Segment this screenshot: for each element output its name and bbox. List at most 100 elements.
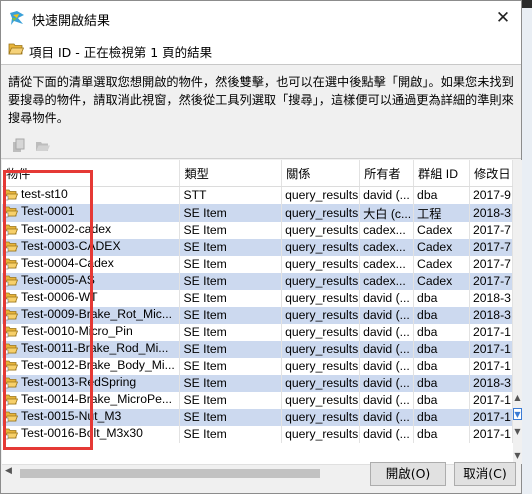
toolbar	[11, 138, 55, 154]
cell-date: 2017-7	[469, 238, 513, 256]
cell-rel: query_results	[281, 340, 361, 358]
cell-rel: query_results	[281, 374, 361, 392]
item-folder-icon	[4, 358, 19, 375]
cell-group: 工程	[413, 203, 470, 222]
cell-type: SE Item	[179, 323, 283, 341]
object-name: Test-0015-Nut_M3	[21, 408, 122, 423]
cell-group: dba	[413, 357, 470, 375]
object-name-cell: test-st10	[2, 186, 181, 204]
table-row[interactable]: test-st10 STT query_results david (... dba 20…	[2, 186, 513, 204]
cell-group: dba	[413, 323, 470, 341]
cell-owner: david (...	[359, 391, 415, 409]
cell-date: 2017-7	[469, 255, 513, 273]
column-header-1[interactable]: 類型	[179, 160, 283, 187]
open-button[interactable]: 開啟(O)	[370, 462, 446, 486]
cell-date: 2017-7	[469, 272, 513, 290]
object-name: Test-0013-RedSpring	[21, 374, 137, 389]
scroll-left-icon[interactable]: ◀	[5, 466, 12, 476]
close-icon[interactable]: ✕	[491, 7, 515, 29]
object-name: Test-0016-Bolt_M3x30	[21, 425, 143, 440]
table-row[interactable]: Test-0001 SE Item query_results 大白 (c... 工程 2…	[2, 203, 513, 222]
cell-owner: cadex...	[359, 255, 415, 273]
cell-group: dba	[413, 425, 470, 443]
item-folder-icon	[4, 409, 19, 426]
object-name: Test-0004-Cadex	[21, 255, 114, 270]
cell-rel: query_results	[281, 357, 361, 375]
cell-rel: query_results	[281, 255, 361, 273]
item-folder-icon	[4, 307, 19, 324]
open-folder-icon[interactable]	[35, 138, 51, 154]
table-row[interactable]: Test-0005-AS SE Item query_results cadex...…	[2, 272, 513, 290]
table-row[interactable]: Test-0015-Nut_M3 SE Item query_results davi…	[2, 408, 513, 426]
object-name: Test-0006-WT	[21, 289, 98, 304]
item-folder-icon	[4, 290, 19, 307]
table-row[interactable]: Test-0009-Brake_Rot_Mic... SE Item query_r…	[2, 306, 513, 324]
column-header-2[interactable]: 關係	[281, 160, 361, 187]
item-folder-icon	[4, 341, 19, 358]
cell-group: dba	[413, 408, 470, 426]
column-header-0[interactable]: 物件	[2, 160, 181, 187]
cancel-button[interactable]: 取消(C)	[454, 462, 516, 486]
scroll-thumb[interactable]	[20, 469, 320, 478]
cell-rel: query_results	[281, 186, 361, 204]
object-name-cell: Test-0011-Brake_Rod_Mi...	[2, 340, 181, 358]
cell-group: dba	[413, 340, 470, 358]
table-row[interactable]: Test-0011-Brake_Rod_Mi... SE Item query_re…	[2, 340, 513, 358]
cell-type: SE Item	[179, 340, 283, 358]
column-header-3[interactable]: 所有者	[359, 160, 415, 187]
scroll-up-icon[interactable]: ▲	[513, 392, 522, 404]
cell-type: SE Item	[179, 272, 283, 290]
cell-date: 2018-3	[469, 374, 513, 392]
table-row[interactable]: Test-0014-Brake_MicroPe... SE Item query_r…	[2, 391, 513, 409]
table-row[interactable]: Test-0012-Brake_Body_Mi... SE Item query_r…	[2, 357, 513, 375]
cell-type: SE Item	[179, 357, 283, 375]
results-grid[interactable]: 物件 類型 關係 所有者 群組 ID 修改日 test-st10 STT query_resu…	[2, 160, 513, 464]
cell-type: SE Item	[179, 221, 283, 239]
app-logo-icon	[8, 9, 26, 27]
item-folder-icon	[4, 239, 19, 256]
object-name-cell: Test-0009-Brake_Rot_Mic...	[2, 306, 181, 324]
cell-group: dba	[413, 391, 470, 409]
table-row[interactable]: Test-0003-CADEX SE Item query_results cadex…	[2, 238, 513, 256]
item-folder-icon	[4, 273, 19, 290]
results-header-text: 項目 ID - 正在檢視第 1 頁的結果	[29, 45, 213, 60]
copy-icon[interactable]	[11, 138, 27, 154]
vertical-scrollbar[interactable]: ▲ ▼ ▼ ▼	[513, 160, 522, 464]
cell-owner: david (...	[359, 323, 415, 341]
column-header-4[interactable]: 群組 ID	[413, 160, 470, 187]
window-title: 快速開啟結果	[32, 14, 111, 29]
scroll-page-down-icon[interactable]: ▼	[513, 426, 522, 438]
cell-owner: david (...	[359, 374, 415, 392]
cell-date: 2018-3	[469, 306, 513, 324]
table-row[interactable]: Test-0010-Micro_Pin SE Item query_results d…	[2, 323, 513, 341]
object-name-cell: Test-0003-CADEX	[2, 238, 181, 256]
item-folder-icon	[4, 375, 19, 392]
cell-owner: cadex...	[359, 221, 415, 239]
object-name: Test-0014-Brake_MicroPe...	[21, 391, 173, 406]
column-header-5[interactable]: 修改日	[469, 160, 513, 187]
cell-date: 2017-1	[469, 408, 513, 426]
cell-type: SE Item	[179, 391, 283, 409]
table-row[interactable]: Test-0013-RedSpring SE Item query_results d…	[2, 374, 513, 392]
cell-type: SE Item	[179, 238, 283, 256]
cell-type: SE Item	[179, 289, 283, 307]
object-name: Test-0012-Brake_Body_Mi...	[21, 357, 175, 372]
cell-owner: david (...	[359, 289, 415, 307]
cell-rel: query_results	[281, 203, 361, 222]
cell-group: Cadex	[413, 221, 470, 239]
object-name: Test-0010-Micro_Pin	[21, 323, 133, 338]
table-row[interactable]: Test-0002-cadex SE Item query_results cadex…	[2, 221, 513, 239]
scroll-down-icon[interactable]: ▼	[513, 408, 522, 420]
cell-type: SE Item	[179, 408, 283, 426]
object-name-cell: Test-0001	[2, 203, 181, 222]
cell-type: SE Item	[179, 203, 283, 222]
cell-owner: cadex...	[359, 272, 415, 290]
table-row[interactable]: Test-0004-Cadex SE Item query_results cadex…	[2, 255, 513, 273]
table-row[interactable]: Test-0006-WT SE Item query_results david (.…	[2, 289, 513, 307]
scroll-end-icon[interactable]: ▼	[513, 450, 522, 462]
table-row[interactable]: Test-0016-Bolt_M3x30 SE Item query_results…	[2, 425, 513, 443]
instructions-text: 請從下面的清單選取您想開啟的物件，然後雙擊，也可以在選中後點擊「開啟」。如果您未…	[8, 75, 514, 125]
cell-owner: david (...	[359, 186, 415, 204]
object-name-cell: Test-0010-Micro_Pin	[2, 323, 181, 341]
cell-rel: query_results	[281, 238, 361, 256]
